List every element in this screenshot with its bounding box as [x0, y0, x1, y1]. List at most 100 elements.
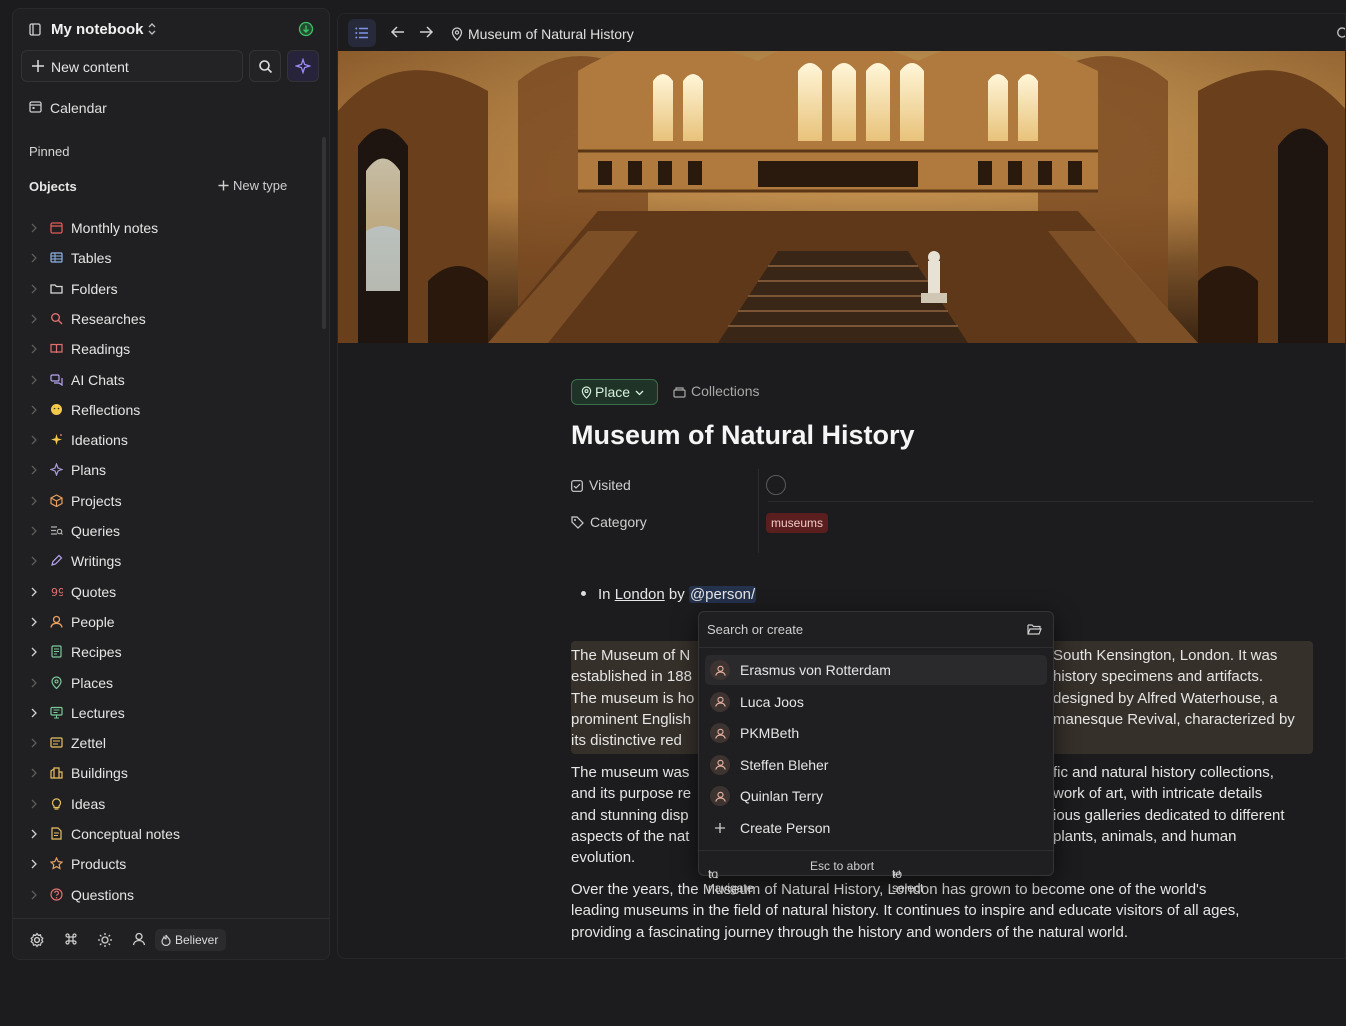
sidebar-item-projects[interactable]: Projects — [13, 486, 323, 516]
sidebar-item-expeditions[interactable]: Expeditions — [13, 910, 323, 918]
person-option[interactable]: Steffen Bleher — [705, 750, 1047, 780]
person-option[interactable]: PKMBeth — [705, 718, 1047, 748]
chevron-right-icon[interactable] — [31, 738, 37, 748]
paragraph-line-left: and stunning disp — [571, 806, 689, 824]
account-icon[interactable] — [132, 932, 146, 946]
svg-text:99: 99 — [51, 586, 63, 598]
settings-icon[interactable] — [29, 932, 45, 948]
chevron-right-icon[interactable] — [31, 587, 37, 597]
sidebar-item-folders[interactable]: Folders — [13, 274, 323, 304]
objects-heading: Objects — [29, 179, 77, 194]
sidebar-item-people[interactable]: People — [13, 607, 323, 637]
person-mention[interactable]: @person/ — [688, 586, 757, 603]
sync-status-icon[interactable] — [298, 21, 314, 37]
sidebar-item-readings[interactable]: Readings — [13, 334, 323, 364]
mention-search-field[interactable]: Search or create — [699, 612, 1053, 648]
chevron-right-icon[interactable] — [31, 375, 37, 385]
chevron-right-icon[interactable] — [31, 405, 37, 415]
new-content-label: New content — [51, 59, 129, 75]
paragraph-line: Over the years, the Museum of Natural Hi… — [571, 881, 1207, 898]
chevron-right-icon[interactable] — [31, 799, 37, 809]
page-title[interactable]: Museum of Natural History — [571, 420, 915, 451]
visited-checkbox[interactable] — [766, 475, 786, 495]
museum-hall-image — [338, 51, 1345, 343]
category-tag[interactable]: museums — [766, 513, 829, 533]
person-option[interactable]: Luca Joos — [705, 687, 1047, 717]
folder-open-icon[interactable] — [1027, 623, 1042, 635]
sidebar-item-ideations[interactable]: Ideations — [13, 425, 323, 455]
sidebar-item-buildings[interactable]: Buildings — [13, 758, 323, 788]
create-person-option[interactable]: Create Person — [705, 813, 1047, 843]
ai-assistant-button[interactable] — [287, 50, 319, 82]
chevron-right-icon[interactable] — [31, 556, 37, 566]
person-name: Quinlan Terry — [740, 788, 824, 804]
london-link[interactable]: London — [615, 586, 665, 603]
sidebar-item-label: People — [71, 613, 115, 630]
plan-badge[interactable]: Believer — [155, 929, 227, 951]
mention-dropdown: Search or create Erasmus von Rotterdam Lu… — [698, 611, 1054, 895]
sidebar-item-recipes[interactable]: Recipes — [13, 637, 323, 667]
sidebar-item-places[interactable]: Places — [13, 668, 323, 698]
notebook-switcher[interactable]: My notebook — [13, 9, 329, 51]
sidebar-item-questions[interactable]: Questions — [13, 880, 323, 910]
chevron-right-icon[interactable] — [31, 496, 37, 506]
sidebar-scrollbar[interactable] — [322, 137, 326, 329]
calendar-link[interactable]: Calendar — [29, 98, 309, 120]
forward-arrow-icon[interactable] — [419, 25, 434, 39]
breadcrumb[interactable]: Museum of Natural History — [451, 25, 634, 42]
sidebar-item-ai-chats[interactable]: AI Chats — [13, 365, 323, 395]
sidebar-item-conceptual-notes[interactable]: Conceptual notes — [13, 819, 323, 849]
new-content-button[interactable]: New content — [21, 50, 243, 82]
sidebar-item-plans[interactable]: Plans — [13, 455, 323, 485]
sidebar-item-label: Places — [71, 674, 114, 691]
sidebar-item-ideas[interactable]: Ideas — [13, 789, 323, 819]
sidebar-item-products[interactable]: Products — [13, 849, 323, 879]
person-icon — [710, 786, 730, 806]
paragraph-line: providing a fascinating journey through … — [571, 923, 1128, 941]
theme-sun-icon[interactable] — [97, 932, 113, 948]
sidebar-item-zettel[interactable]: Zettel — [13, 728, 323, 758]
command-icon[interactable] — [64, 932, 78, 946]
sidebar-item-queries[interactable]: Queries — [13, 516, 323, 546]
sidebar-item-monthly-notes[interactable]: Monthly notes — [13, 213, 323, 243]
chevron-right-icon[interactable] — [31, 617, 37, 627]
chevron-right-icon[interactable] — [31, 678, 37, 688]
bullet-item[interactable]: In London by @person/ — [581, 586, 757, 603]
chevron-right-icon[interactable] — [31, 708, 37, 718]
chevron-right-icon[interactable] — [31, 465, 37, 475]
object-type-selector[interactable]: Place — [571, 379, 659, 405]
sidebar-item-writings[interactable]: Writings — [13, 546, 323, 576]
chevron-right-icon[interactable] — [31, 344, 37, 354]
sidebar-item-quotes[interactable]: 99 Quotes — [13, 577, 323, 607]
sidebar-item-tables[interactable]: Tables — [13, 243, 323, 273]
chevron-right-icon[interactable] — [31, 890, 37, 900]
visited-property-label: Visited — [571, 477, 631, 493]
search-button[interactable] — [249, 50, 281, 82]
calendar-icon — [50, 221, 63, 234]
sidebar-item-lectures[interactable]: Lectures — [13, 698, 323, 728]
sidebar-item-researches[interactable]: Researches — [13, 304, 323, 334]
sidebar-item-reflections[interactable]: Reflections — [13, 395, 323, 425]
chevron-right-icon[interactable] — [31, 829, 37, 839]
person-option[interactable]: Erasmus von Rotterdam — [705, 655, 1047, 685]
refresh-icon[interactable] — [1336, 25, 1345, 39]
paragraph[interactable]: Over the years, the Museum of Natural Hi… — [571, 879, 1313, 943]
new-type-button[interactable]: New type — [218, 178, 287, 193]
sidebar-toggle-button[interactable] — [348, 19, 376, 47]
chevron-right-icon[interactable] — [31, 223, 37, 233]
chevron-right-icon[interactable] — [31, 647, 37, 657]
chevron-right-icon[interactable] — [31, 859, 37, 869]
cover-image[interactable] — [338, 51, 1345, 343]
back-arrow-icon[interactable] — [390, 25, 405, 39]
bullet-dot — [581, 591, 586, 596]
chevron-right-icon[interactable] — [31, 253, 37, 263]
sidebar-item-label: Lectures — [71, 704, 125, 721]
chevron-right-icon[interactable] — [31, 768, 37, 778]
chevron-right-icon[interactable] — [31, 435, 37, 445]
collections-link[interactable]: Collections — [673, 383, 759, 399]
chevron-right-icon[interactable] — [31, 284, 37, 294]
person-option[interactable]: Quinlan Terry — [705, 781, 1047, 811]
chevron-right-icon[interactable] — [31, 526, 37, 536]
breadcrumb-title: Museum of Natural History — [468, 26, 634, 42]
chevron-right-icon[interactable] — [31, 314, 37, 324]
